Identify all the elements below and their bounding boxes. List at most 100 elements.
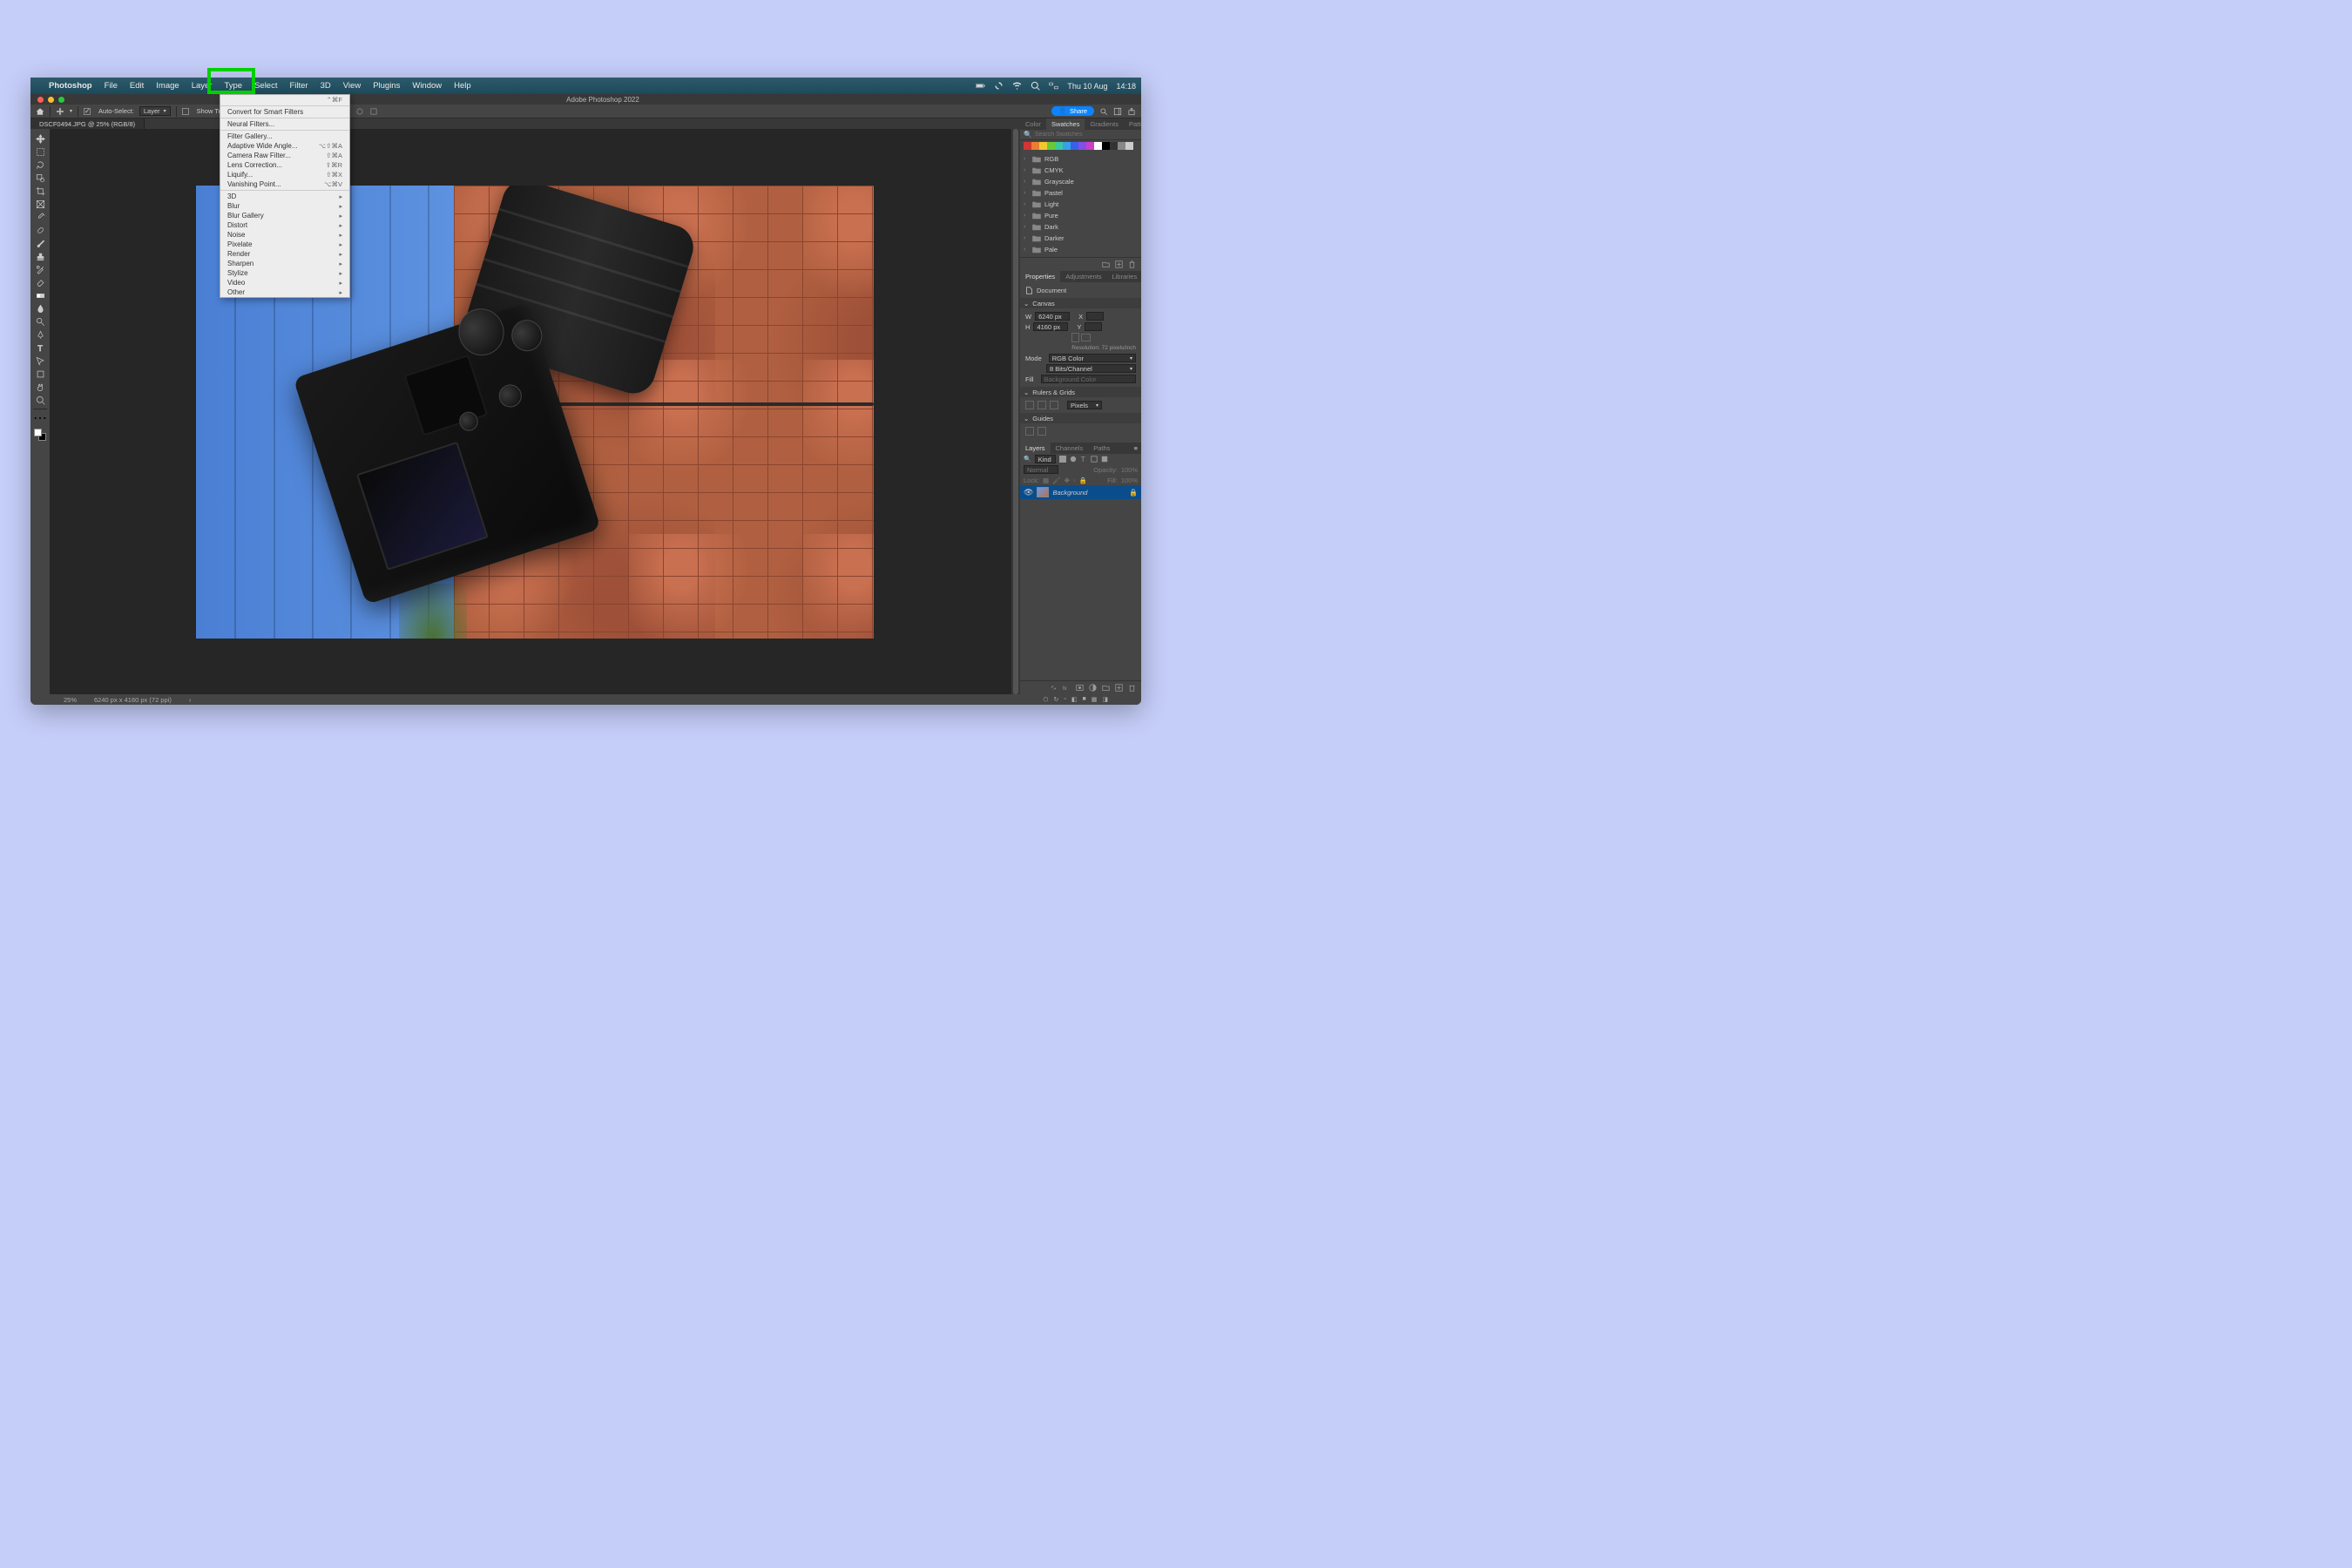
orientation-portrait-icon[interactable]	[1071, 333, 1079, 342]
wifi-icon[interactable]	[1012, 81, 1022, 91]
x-field[interactable]	[1086, 312, 1104, 321]
grid-icon[interactable]	[1037, 401, 1046, 409]
workspace-icon[interactable]	[1113, 107, 1122, 116]
share-button[interactable]: 👤Share	[1051, 106, 1094, 116]
guides-section[interactable]: ⌄Guides	[1020, 413, 1141, 423]
lock-artboard-icon[interactable]: ▫	[1073, 476, 1076, 484]
type-tool[interactable]: T	[32, 341, 48, 354]
grid2-icon[interactable]	[1050, 401, 1058, 409]
filter-pixelate-submenu[interactable]: Pixelate▸	[220, 240, 349, 249]
filter-blur-gallery-submenu[interactable]: Blur Gallery▸	[220, 211, 349, 220]
swatch-color[interactable]	[1071, 142, 1078, 150]
lock-transparent-icon[interactable]: ▦	[1043, 476, 1049, 484]
preview-icon[interactable]: ■	[1083, 696, 1086, 703]
filter-lens-correction[interactable]: Lens Correction...⇧⌘R	[220, 160, 349, 170]
blur-tool[interactable]	[32, 302, 48, 314]
menu-type[interactable]: Type	[218, 81, 248, 91]
swatch-color[interactable]	[1063, 142, 1071, 150]
edit-toolbar-icon[interactable]: ⋯	[32, 412, 48, 424]
menu-file[interactable]: File	[98, 81, 124, 91]
menu-view[interactable]: View	[337, 81, 367, 91]
lock-paint-icon[interactable]: 🖌	[1052, 476, 1061, 484]
filter-stylize-submenu[interactable]: Stylize▸	[220, 268, 349, 278]
auto-select-dropdown[interactable]: Layer ▾	[139, 106, 171, 116]
trash-icon[interactable]	[1128, 684, 1136, 692]
filter-distort-submenu[interactable]: Distort▸	[220, 220, 349, 230]
swatch-folder[interactable]: ›CMYK	[1020, 165, 1141, 176]
frame-tool[interactable]	[32, 198, 48, 210]
lasso-tool[interactable]	[32, 159, 48, 171]
swatch-color[interactable]	[1086, 142, 1094, 150]
filter-camera-raw[interactable]: Camera Raw Filter...⇧⌘A	[220, 151, 349, 160]
tab-libraries[interactable]: Libraries	[1106, 271, 1141, 282]
tab-layers[interactable]: Layers	[1020, 443, 1051, 454]
layer-background[interactable]: 👁 Background 🔒	[1020, 485, 1141, 499]
gpu-icon[interactable]: ⬡	[1043, 696, 1048, 703]
stamp-tool[interactable]	[32, 250, 48, 262]
foreground-background-colors[interactable]	[34, 429, 46, 441]
preview-icon[interactable]: ◨	[1102, 696, 1108, 703]
menu-window[interactable]: Window	[406, 81, 448, 91]
dodge-tool[interactable]	[32, 315, 48, 328]
swatch-folder[interactable]: ›Pure	[1020, 210, 1141, 221]
show-transform-checkbox[interactable]	[182, 108, 189, 115]
panel-menu-icon[interactable]: ≡	[1131, 443, 1141, 454]
width-field[interactable]: 6240 px	[1035, 312, 1070, 321]
y-field[interactable]	[1085, 322, 1102, 331]
swatch-color[interactable]	[1024, 142, 1031, 150]
filter-neural[interactable]: Neural Filters...	[220, 119, 349, 129]
filter-blur-submenu[interactable]: Blur▸	[220, 201, 349, 211]
close-window-button[interactable]	[37, 97, 44, 103]
swatch-color[interactable]	[1094, 142, 1102, 150]
menu-image[interactable]: Image	[150, 81, 185, 91]
filter-type-icon[interactable]: T	[1080, 456, 1087, 463]
auto-select-checkbox[interactable]	[84, 108, 91, 115]
swatch-color[interactable]	[1055, 142, 1063, 150]
ruler-icon[interactable]	[1025, 401, 1034, 409]
filter-gallery[interactable]: Filter Gallery...	[220, 132, 349, 141]
filter-render-submenu[interactable]: Render▸	[220, 249, 349, 259]
units-dropdown[interactable]: Pixels▾	[1067, 401, 1102, 409]
shape-tool[interactable]	[32, 368, 48, 380]
adjustment-icon[interactable]	[1089, 684, 1097, 692]
selection-tool[interactable]	[32, 172, 48, 184]
orientation-landscape-icon[interactable]	[1081, 334, 1091, 341]
filter-shape-icon[interactable]	[1091, 456, 1098, 463]
filter-noise-submenu[interactable]: Noise▸	[220, 230, 349, 240]
zoom-level[interactable]: 25%	[64, 696, 77, 704]
filter-convert-smart[interactable]: Convert for Smart Filters	[220, 107, 349, 117]
healing-tool[interactable]	[32, 224, 48, 236]
control-center-icon[interactable]	[1049, 81, 1058, 91]
3d-mode-icon[interactable]	[369, 107, 378, 116]
swatch-color[interactable]	[1118, 142, 1125, 150]
tab-patterns[interactable]: Patterns	[1124, 118, 1141, 130]
fx-icon[interactable]: fx	[1063, 684, 1071, 692]
hand-tool[interactable]	[32, 381, 48, 393]
swatch-color[interactable]	[1102, 142, 1110, 150]
trash-icon[interactable]	[1128, 260, 1136, 268]
menu-filter[interactable]: Filter	[283, 81, 314, 91]
move-tool[interactable]	[32, 132, 48, 145]
zoom-tool[interactable]	[32, 394, 48, 406]
eyedropper-tool[interactable]	[32, 211, 48, 223]
menubar-time[interactable]: 14:18	[1116, 82, 1136, 91]
swatch-color[interactable]	[1031, 142, 1039, 150]
eraser-tool[interactable]	[32, 276, 48, 288]
filter-3d-submenu[interactable]: 3D▸	[220, 192, 349, 201]
search-icon[interactable]	[1031, 81, 1040, 91]
swatch-folder[interactable]: ›Darker	[1020, 233, 1141, 244]
history-brush-tool[interactable]	[32, 263, 48, 275]
mask-icon[interactable]	[1076, 684, 1084, 692]
swatch-color[interactable]	[1110, 142, 1118, 150]
chevron-right-icon[interactable]: ›	[189, 696, 192, 704]
pen-tool[interactable]	[32, 328, 48, 341]
swatch-folder[interactable]: ›Pastel	[1020, 187, 1141, 199]
menu-select[interactable]: Select	[248, 81, 283, 91]
preview-icon[interactable]: ▦	[1092, 696, 1098, 703]
swatch-folder[interactable]: ›Grayscale	[1020, 176, 1141, 187]
vertical-scrollbar[interactable]	[1011, 129, 1020, 694]
export-icon[interactable]	[1127, 107, 1136, 116]
menu-edit[interactable]: Edit	[124, 81, 150, 91]
filter-liquify[interactable]: Liquify...⇧⌘X	[220, 170, 349, 179]
canvas-section[interactable]: ⌄Canvas	[1020, 298, 1141, 308]
